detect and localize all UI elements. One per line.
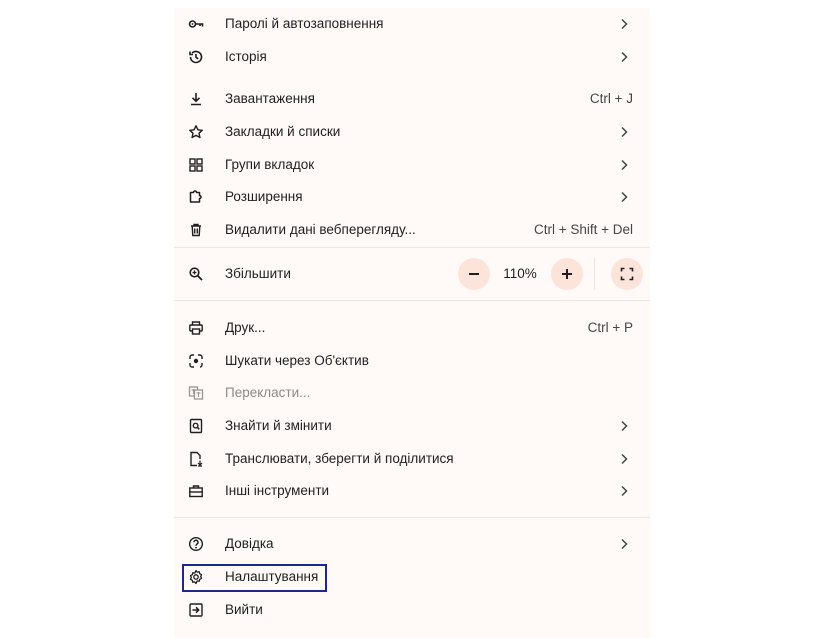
menu-item-bookmarks[interactable]: Закладки й списки — [174, 116, 650, 148]
menu-item-history[interactable]: Історія — [174, 41, 650, 73]
fullscreen-button[interactable] — [611, 258, 643, 290]
download-icon — [188, 91, 204, 107]
menu-item-label: Видалити дані вебперегляду... — [225, 222, 416, 237]
exit-icon — [188, 602, 204, 618]
star-icon — [188, 124, 204, 140]
menu-item-label: Знайти й змінити — [225, 418, 332, 433]
chevron-right-icon — [621, 485, 628, 497]
menu-item-exit[interactable]: Вийти — [174, 594, 650, 626]
menu-item-label: Закладки й списки — [225, 124, 341, 139]
menu-item-passwords[interactable]: Паролі й автозаповнення — [174, 8, 650, 40]
menu-item-label: Шукати через Об'єктив — [225, 353, 369, 368]
chevron-right-icon — [621, 51, 628, 63]
separator — [174, 517, 650, 518]
menu-item-translate[interactable]: Перекласти... — [174, 377, 650, 409]
menu-item-label: Завантаження — [225, 91, 315, 106]
menu-item-label: Друк... — [225, 320, 266, 335]
tab-groups-icon — [188, 157, 204, 173]
history-icon — [188, 49, 204, 65]
menu-item-more-tools[interactable]: Інші інструменти — [174, 475, 650, 507]
menu-item-clear-data[interactable]: Видалити дані вебперегляду... Ctrl + Shi… — [174, 214, 650, 246]
menu-item-label: Розширення — [225, 189, 303, 204]
zoom-out-button[interactable] — [458, 258, 490, 290]
menu-item-help[interactable]: Довідка — [174, 528, 650, 560]
chevron-right-icon — [621, 126, 628, 138]
menu-item-tab-groups[interactable]: Групи вкладок — [174, 149, 650, 181]
key-icon — [188, 16, 204, 32]
settings-highlight-box — [182, 564, 327, 592]
menu-item-find[interactable]: Знайти й змінити — [174, 410, 650, 442]
shortcut-text: Ctrl + P — [587, 320, 633, 335]
menu-item-downloads[interactable]: Завантаження Ctrl + J — [174, 83, 650, 115]
menu-item-lens[interactable]: Шукати через Об'єктив — [174, 345, 650, 377]
zoom-in-button[interactable] — [551, 258, 583, 290]
zoom-value: 110% — [503, 266, 537, 281]
chevron-right-icon — [621, 191, 628, 203]
chevron-right-icon — [621, 18, 628, 30]
menu-item-cast-save-share[interactable]: Транслювати, зберегти й поділитися — [174, 443, 650, 475]
zoom-icon — [188, 266, 204, 282]
separator — [174, 247, 650, 248]
trash-icon — [188, 222, 204, 238]
minus-icon — [469, 273, 479, 275]
chevron-right-icon — [621, 159, 628, 171]
shortcut-text: Ctrl + J — [589, 91, 633, 106]
menu-item-label: Транслювати, зберегти й поділитися — [225, 451, 454, 466]
menu-item-print[interactable]: Друк... Ctrl + P — [174, 312, 650, 344]
chevron-right-icon — [621, 453, 628, 465]
zoom-row: Збільшити 110% — [174, 258, 650, 290]
shortcut-text: Ctrl + Shift + Del — [533, 222, 633, 237]
lens-icon — [188, 353, 204, 369]
cast-save-icon — [188, 451, 204, 467]
menu-item-extensions[interactable]: Розширення — [174, 181, 650, 213]
menu-item-label: Історія — [225, 49, 267, 64]
chevron-right-icon — [621, 420, 628, 432]
menu-item-label: Інші інструменти — [225, 483, 330, 498]
help-icon — [188, 536, 204, 552]
fullscreen-icon — [620, 267, 634, 281]
menu-item-label: Перекласти... — [225, 385, 311, 400]
menu-item-label: Вийти — [225, 602, 263, 617]
extension-icon — [188, 189, 204, 205]
print-icon — [188, 320, 204, 336]
zoom-label: Збільшити — [225, 266, 291, 281]
menu-item-label: Довідка — [225, 536, 274, 551]
find-icon — [188, 418, 204, 434]
toolbox-icon — [188, 483, 204, 499]
plus-icon — [562, 269, 572, 279]
translate-icon — [188, 385, 204, 401]
chrome-main-menu: Паролі й автозаповнення Історія Завантаж… — [174, 8, 650, 638]
chevron-right-icon — [621, 538, 628, 550]
zoom-divider — [594, 258, 595, 290]
menu-item-label: Групи вкладок — [225, 157, 315, 172]
menu-item-label: Паролі й автозаповнення — [225, 16, 384, 31]
separator — [174, 300, 650, 301]
